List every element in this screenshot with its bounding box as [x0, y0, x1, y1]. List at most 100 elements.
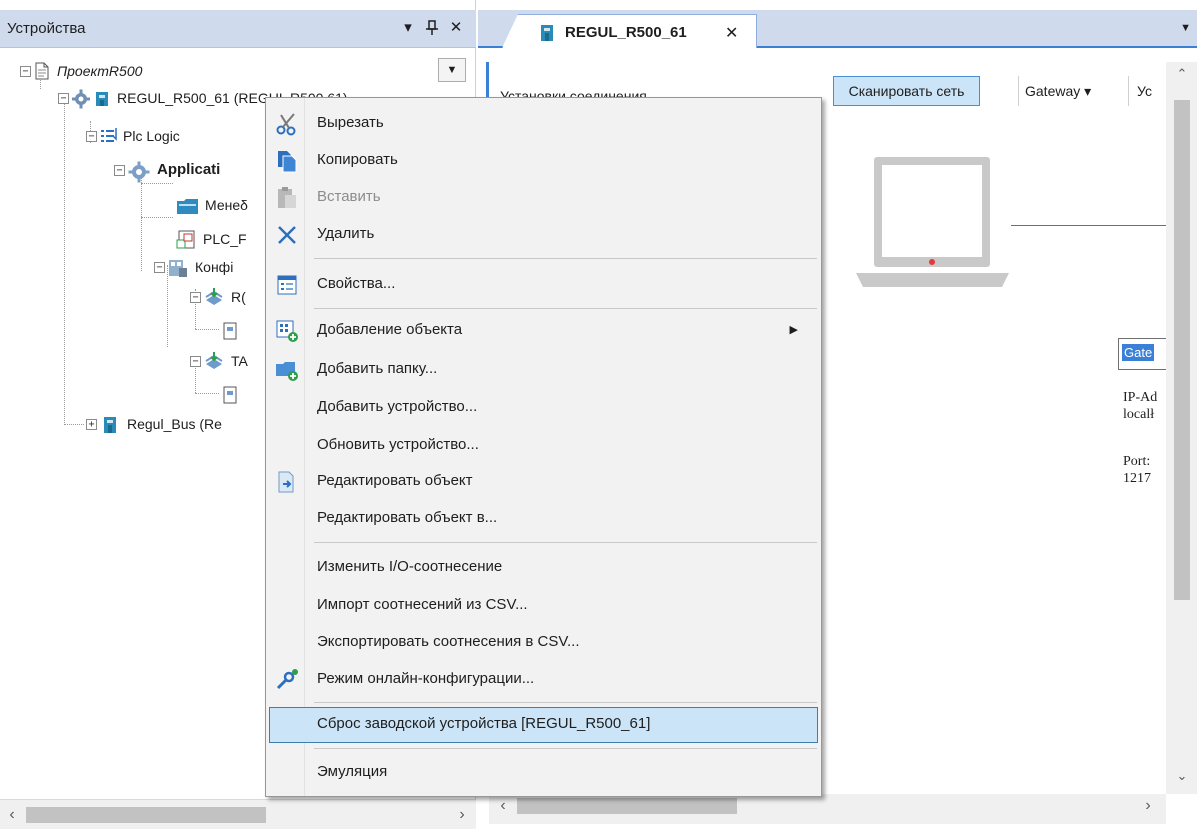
port-label: Port: — [1123, 454, 1151, 469]
device-dropdown-button[interactable]: Ус — [1128, 76, 1168, 106]
computer-icon — [856, 155, 1011, 295]
menu-item-label: Сброс заводской устройства [REGUL_R500_6… — [317, 715, 651, 732]
menu-item-label: Добавление объекта — [317, 321, 463, 338]
menu-item-properties[interactable]: Свойства... — [269, 267, 818, 303]
tree-item-task-call[interactable] — [222, 383, 245, 407]
menu-item-export-mappings-csv[interactable]: Экспортировать соотнесения в CSV... — [269, 625, 818, 661]
menu-item-edit-object-in[interactable]: Редактировать объект в... — [269, 501, 818, 537]
scrollbar-thumb[interactable] — [26, 807, 266, 823]
task-call-icon — [222, 322, 240, 340]
task-icon — [204, 288, 226, 306]
gateway-node[interactable]: Gate — [1118, 338, 1170, 370]
gateway-name-label: Gate — [1122, 344, 1155, 361]
scroll-left-icon[interactable]: ‹ — [2, 805, 22, 825]
tree-item-task-call[interactable] — [222, 319, 245, 343]
tree-item-project[interactable]: − ПроектR500 — [20, 59, 142, 83]
menu-item-label: Редактировать объект — [317, 472, 473, 489]
gateway-dropdown-button[interactable]: Gateway ▾ — [1018, 76, 1140, 106]
menu-item-update-device[interactable]: Обновить устройство... — [269, 428, 818, 464]
task-call-icon — [222, 386, 240, 404]
menu-item-online-config-mode[interactable]: Режим онлайн-конфигурации... — [269, 662, 818, 698]
close-panel-icon[interactable]: ✕ — [444, 16, 468, 40]
menu-item-label: Изменить I/O-соотнесение — [317, 558, 503, 575]
panel-menu-dropdown-icon[interactable]: ▾ — [396, 16, 420, 40]
expand-icon[interactable]: + — [86, 418, 97, 430]
plc-logic-icon — [100, 127, 118, 145]
horizontal-scrollbar[interactable]: ‹ › — [489, 794, 1166, 824]
menu-item-edit-object[interactable]: Редактировать объект — [269, 464, 818, 500]
scrollbar-thumb[interactable] — [1174, 100, 1190, 600]
tree-item-task[interactable]: − TA — [190, 349, 248, 373]
tree-item-task[interactable]: − R( — [190, 285, 246, 309]
menu-item-add-object[interactable]: Добавление объекта ▶ — [269, 313, 818, 349]
device-tab-icon — [537, 23, 557, 47]
scroll-up-icon[interactable]: ⌃ — [1172, 64, 1192, 84]
tree-item-library-manager[interactable]: Менеδ — [176, 193, 248, 217]
collapse-icon[interactable]: − — [154, 261, 165, 273]
context-menu: Вырезать Копировать Вставить Удалить Сво… — [265, 97, 822, 797]
menu-item-label: Удалить — [317, 225, 375, 242]
menu-item-cut[interactable]: Вырезать — [269, 106, 818, 142]
collapse-icon[interactable]: − — [58, 92, 69, 104]
pin-icon[interactable] — [420, 16, 444, 40]
collapse-icon[interactable]: − — [86, 130, 97, 142]
tree-item-regul-bus[interactable]: + Regul_Bus (Re — [86, 412, 222, 436]
collapse-icon[interactable]: − — [190, 355, 201, 367]
add-object-icon — [275, 319, 299, 343]
menu-item-label: Режим онлайн-конфигурации... — [317, 670, 535, 687]
menu-item-factory-reset[interactable]: Сброс заводской устройства [REGUL_R500_6… — [269, 707, 818, 743]
tree-dropdown-button[interactable]: ▼ — [438, 58, 466, 82]
tree-item-plc-prg[interactable]: PLC_F — [176, 227, 247, 251]
add-folder-icon — [275, 358, 299, 382]
menu-item-import-mappings-csv[interactable]: Импорт соотнесений из CSV... — [269, 588, 818, 624]
tree-item-label: R( — [231, 289, 246, 305]
scan-network-button[interactable]: Сканировать сеть — [833, 76, 980, 106]
close-tab-icon[interactable]: ✕ — [725, 23, 738, 43]
scroll-right-icon[interactable]: › — [452, 805, 472, 825]
scroll-left-icon[interactable]: ‹ — [493, 796, 513, 816]
scroll-right-icon[interactable]: › — [1138, 796, 1158, 816]
configuration-icon — [168, 258, 190, 277]
tree-item-application[interactable]: − Applicati — [114, 158, 220, 183]
project-icon — [34, 62, 52, 80]
collapse-icon[interactable]: − — [20, 65, 31, 77]
copy-icon — [275, 149, 299, 173]
menu-item-copy[interactable]: Копировать — [269, 143, 818, 179]
menu-item-edit-io-mapping[interactable]: Изменить I/O-соотнесение — [269, 550, 818, 586]
submenu-arrow-icon: ▶ — [789, 324, 798, 336]
program-icon — [176, 230, 198, 249]
menu-item-paste: Вставить — [269, 180, 818, 216]
horizontal-scrollbar[interactable]: ‹ › — [0, 799, 476, 829]
menu-item-add-folder[interactable]: Добавить папку... — [269, 352, 818, 388]
edit-object-icon — [275, 470, 299, 494]
scroll-down-icon[interactable]: ⌄ — [1172, 766, 1192, 786]
vertical-scrollbar[interactable]: ⌃ ⌄ — [1166, 62, 1197, 794]
menu-item-label: Добавить устройство... — [317, 398, 478, 415]
tree-item-label: ПроектR500 — [57, 63, 143, 79]
tab-title: REGUL_R500_61 — [565, 24, 687, 41]
device-icon — [72, 89, 112, 109]
devices-panel-title: Устройства — [7, 20, 86, 37]
tab-list-dropdown-icon[interactable]: ▼ — [1180, 22, 1191, 34]
properties-icon — [275, 273, 299, 297]
tree-item-plc-logic[interactable]: − Plc Logic — [86, 124, 180, 148]
tree-item-task-configuration[interactable]: − Конфі — [154, 255, 233, 279]
devices-panel-header: Устройства ▾ ✕ — [0, 10, 476, 48]
collapse-icon[interactable]: − — [190, 291, 201, 303]
scrollbar-thumb[interactable] — [517, 798, 737, 814]
menu-item-label: Экспортировать соотнесения в CSV... — [317, 633, 580, 650]
online-config-icon — [275, 668, 299, 692]
tree-item-label: Regul_Bus (Re — [127, 416, 222, 432]
tab-regul-r500-61[interactable]: REGUL_R500_61 ✕ — [502, 14, 757, 48]
menu-item-add-device[interactable]: Добавить устройство... — [269, 390, 818, 426]
tree-item-label: Plc Logic — [123, 128, 180, 144]
menu-item-delete[interactable]: Удалить — [269, 217, 818, 253]
scissors-icon — [275, 112, 299, 136]
menu-separator — [314, 308, 817, 309]
port-value: 1217 — [1123, 471, 1151, 486]
menu-item-emulation[interactable]: Эмуляция — [269, 755, 818, 791]
document-tab-strip: REGUL_R500_61 ✕ ▼ — [478, 10, 1197, 48]
collapse-icon[interactable]: − — [114, 164, 125, 176]
menu-item-label: Добавить папку... — [317, 360, 438, 377]
menu-item-label: Импорт соотнесений из CSV... — [317, 596, 528, 613]
